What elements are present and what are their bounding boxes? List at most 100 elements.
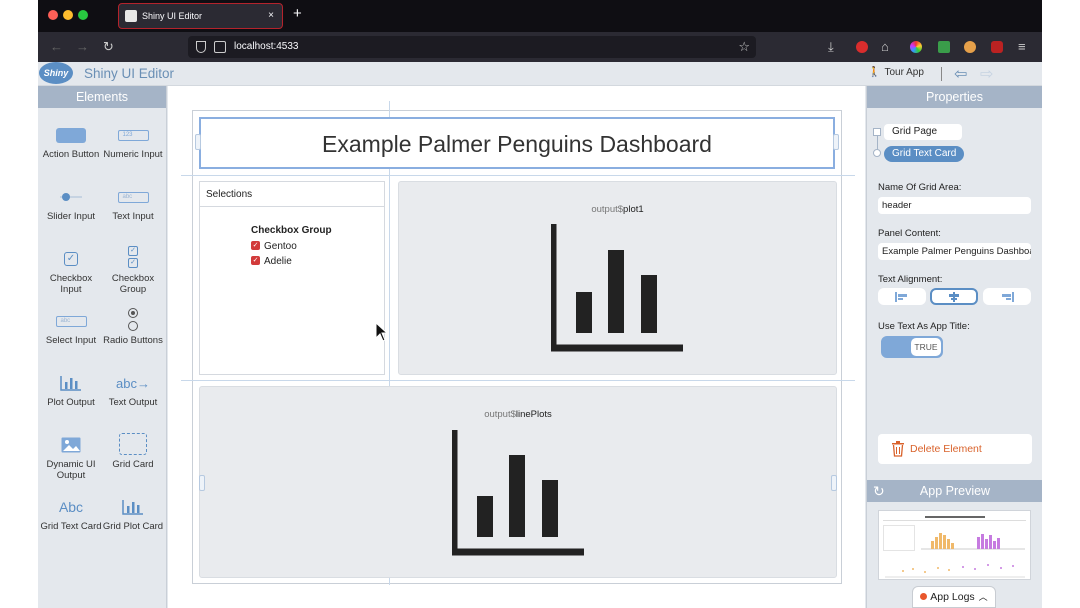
element-radio-buttons[interactable]: Radio Buttons — [102, 306, 164, 346]
walking-person-icon: 🚶 — [868, 67, 881, 78]
panel-content-input[interactable]: Example Palmer Penguins Dashboard — [878, 243, 1031, 260]
element-label: Grid Text Card — [40, 521, 102, 532]
element-text-input[interactable]: abc Text Input — [102, 186, 164, 222]
grid-text-card-icon: Abc — [58, 498, 84, 515]
element-label: Numeric Input — [103, 149, 163, 160]
element-grid-card[interactable]: Grid Card — [102, 432, 164, 470]
page-info-icon[interactable] — [214, 41, 226, 53]
grid-area-label: Name Of Grid Area: — [878, 182, 962, 193]
use-as-title-toggle[interactable]: TRUE — [881, 336, 943, 358]
download-icon[interactable]: ⤓ — [828, 39, 834, 55]
toggle-value: TRUE — [911, 338, 941, 356]
grid-plot-card-icon — [122, 500, 143, 515]
color-picker-icon[interactable] — [910, 41, 922, 53]
reload-icon[interactable]: ↻ — [103, 39, 114, 55]
header-divider — [941, 67, 942, 81]
checkbox-group-icon: ✓ — [128, 258, 138, 268]
preview-histogram — [921, 533, 1025, 550]
checkbox-group-label: Checkbox Group — [251, 225, 332, 236]
minimize-window-button[interactable] — [63, 10, 73, 20]
align-right-icon — [1002, 291, 1014, 302]
app-preview-thumbnail[interactable] — [878, 510, 1031, 580]
redo-icon[interactable]: ⇨ — [980, 64, 993, 84]
trash-icon — [892, 441, 904, 457]
resize-handle-left[interactable] — [195, 134, 201, 150]
numeric-input-icon: 123 — [117, 129, 149, 141]
url-text: localhost:4533 — [234, 41, 299, 52]
resize-handle-right[interactable] — [831, 475, 837, 491]
align-center-button[interactable] — [930, 288, 978, 305]
element-label: Checkbox Group — [111, 273, 155, 295]
plot1-output-label: output$plot1 — [591, 204, 644, 215]
checkbox-option[interactable]: ✓ Adelie — [251, 254, 332, 269]
menu-icon[interactable]: ≡ — [1018, 39, 1026, 54]
element-grid-text-card[interactable]: Abc Grid Text Card — [40, 496, 102, 533]
element-label: Action Button — [42, 149, 100, 160]
browser-tab[interactable]: Shiny UI Editor × — [118, 3, 283, 29]
url-bar[interactable]: localhost:4533 ☆ — [188, 36, 756, 58]
app-title: Shiny UI Editor — [84, 66, 175, 81]
forward-icon[interactable]: → — [76, 39, 89, 54]
preview-sidebar — [883, 525, 915, 551]
app-preview-header: ↻ App Preview — [867, 480, 1042, 502]
refresh-preview-icon[interactable]: ↻ — [873, 480, 885, 502]
grid-divider-horizontal[interactable] — [181, 175, 855, 176]
preview-title-line — [925, 516, 985, 518]
checkbox-group[interactable]: Checkbox Group ✓ Gentoo ✓ Adelie — [251, 225, 332, 269]
tour-app-button[interactable]: 🚶 Tour App — [868, 67, 924, 78]
tab-close-icon[interactable]: × — [268, 4, 274, 28]
element-label: Text Input — [112, 211, 154, 222]
delete-element-button[interactable]: Delete Element — [878, 434, 1032, 464]
element-plot-output[interactable]: Plot Output — [40, 372, 102, 408]
shiny-logo: Shiny — [39, 62, 73, 84]
element-select-input[interactable]: abc Select Input — [40, 310, 102, 346]
element-slider-input[interactable]: Slider Input — [40, 186, 102, 222]
element-checkbox-input[interactable]: ✓ Checkbox Input — [40, 248, 102, 295]
ublock-icon[interactable] — [991, 41, 1003, 53]
home-icon[interactable]: ⌂ — [881, 39, 889, 54]
resize-handle-left[interactable] — [199, 475, 205, 491]
selections-card[interactable]: Selections Checkbox Group ✓ Gentoo ✓ Adeli… — [199, 181, 385, 375]
checkbox-option-label: Adelie — [264, 256, 292, 267]
maximize-window-button[interactable] — [78, 10, 88, 20]
align-left-button[interactable] — [878, 288, 926, 305]
lineplots-card[interactable]: output$linePlots — [199, 386, 837, 578]
align-right-button[interactable] — [983, 288, 1031, 305]
checkbox-checked-icon[interactable]: ✓ — [251, 255, 260, 265]
tree-node-icon — [873, 149, 881, 157]
shield-icon[interactable] — [196, 41, 206, 53]
element-action-button[interactable]: Action Button — [40, 124, 102, 160]
checkbox-checked-icon[interactable]: ✓ — [251, 240, 260, 250]
element-numeric-input[interactable]: 123 Numeric Input — [102, 124, 164, 160]
resize-handle-right[interactable] — [833, 134, 839, 150]
layout-canvas[interactable]: Example Palmer Penguins Dashboard Select… — [168, 86, 865, 608]
element-label: Plot Output — [47, 397, 95, 408]
element-label: Slider Input — [46, 211, 96, 222]
grid-divider-horizontal[interactable] — [181, 380, 855, 381]
element-dynamic-ui[interactable]: Dynamic UI Output — [40, 434, 102, 481]
delete-element-label: Delete Element — [910, 443, 982, 455]
dynamic-ui-icon — [61, 437, 81, 453]
element-grid-plot-card[interactable]: Grid Plot Card — [102, 496, 164, 532]
tour-label: Tour App — [884, 67, 924, 78]
grid-page[interactable]: Example Palmer Penguins Dashboard Select… — [181, 101, 855, 585]
grid-area-input[interactable]: header — [878, 197, 1031, 214]
use-as-title-label: Use Text As App Title: — [878, 321, 970, 332]
app-logs-button[interactable]: App Logs ︿ — [912, 586, 996, 608]
new-tab-button[interactable]: + — [293, 5, 302, 22]
bookmark-star-icon[interactable]: ☆ — [738, 36, 750, 58]
undo-icon[interactable]: ⇦ — [954, 64, 967, 84]
element-checkbox-group[interactable]: ✓ ✓ Checkbox Group — [102, 244, 164, 295]
extension-icon[interactable] — [938, 41, 950, 53]
back-icon[interactable]: ← — [50, 39, 63, 54]
checkbox-option[interactable]: ✓ Gentoo — [251, 239, 332, 254]
close-window-button[interactable] — [48, 10, 58, 20]
tree-item-grid-page[interactable]: Grid Page — [884, 124, 962, 140]
tree-item-grid-text-card[interactable]: Grid Text Card — [884, 146, 965, 162]
adblock-icon[interactable] — [856, 41, 868, 53]
extension-face-icon[interactable] — [964, 41, 976, 53]
plot-output-icon — [60, 376, 81, 391]
header-text-card[interactable]: Example Palmer Penguins Dashboard — [195, 117, 839, 169]
element-text-output[interactable]: abc→ Text Output — [102, 372, 164, 409]
plot1-card[interactable]: output$plot1 — [398, 181, 837, 375]
